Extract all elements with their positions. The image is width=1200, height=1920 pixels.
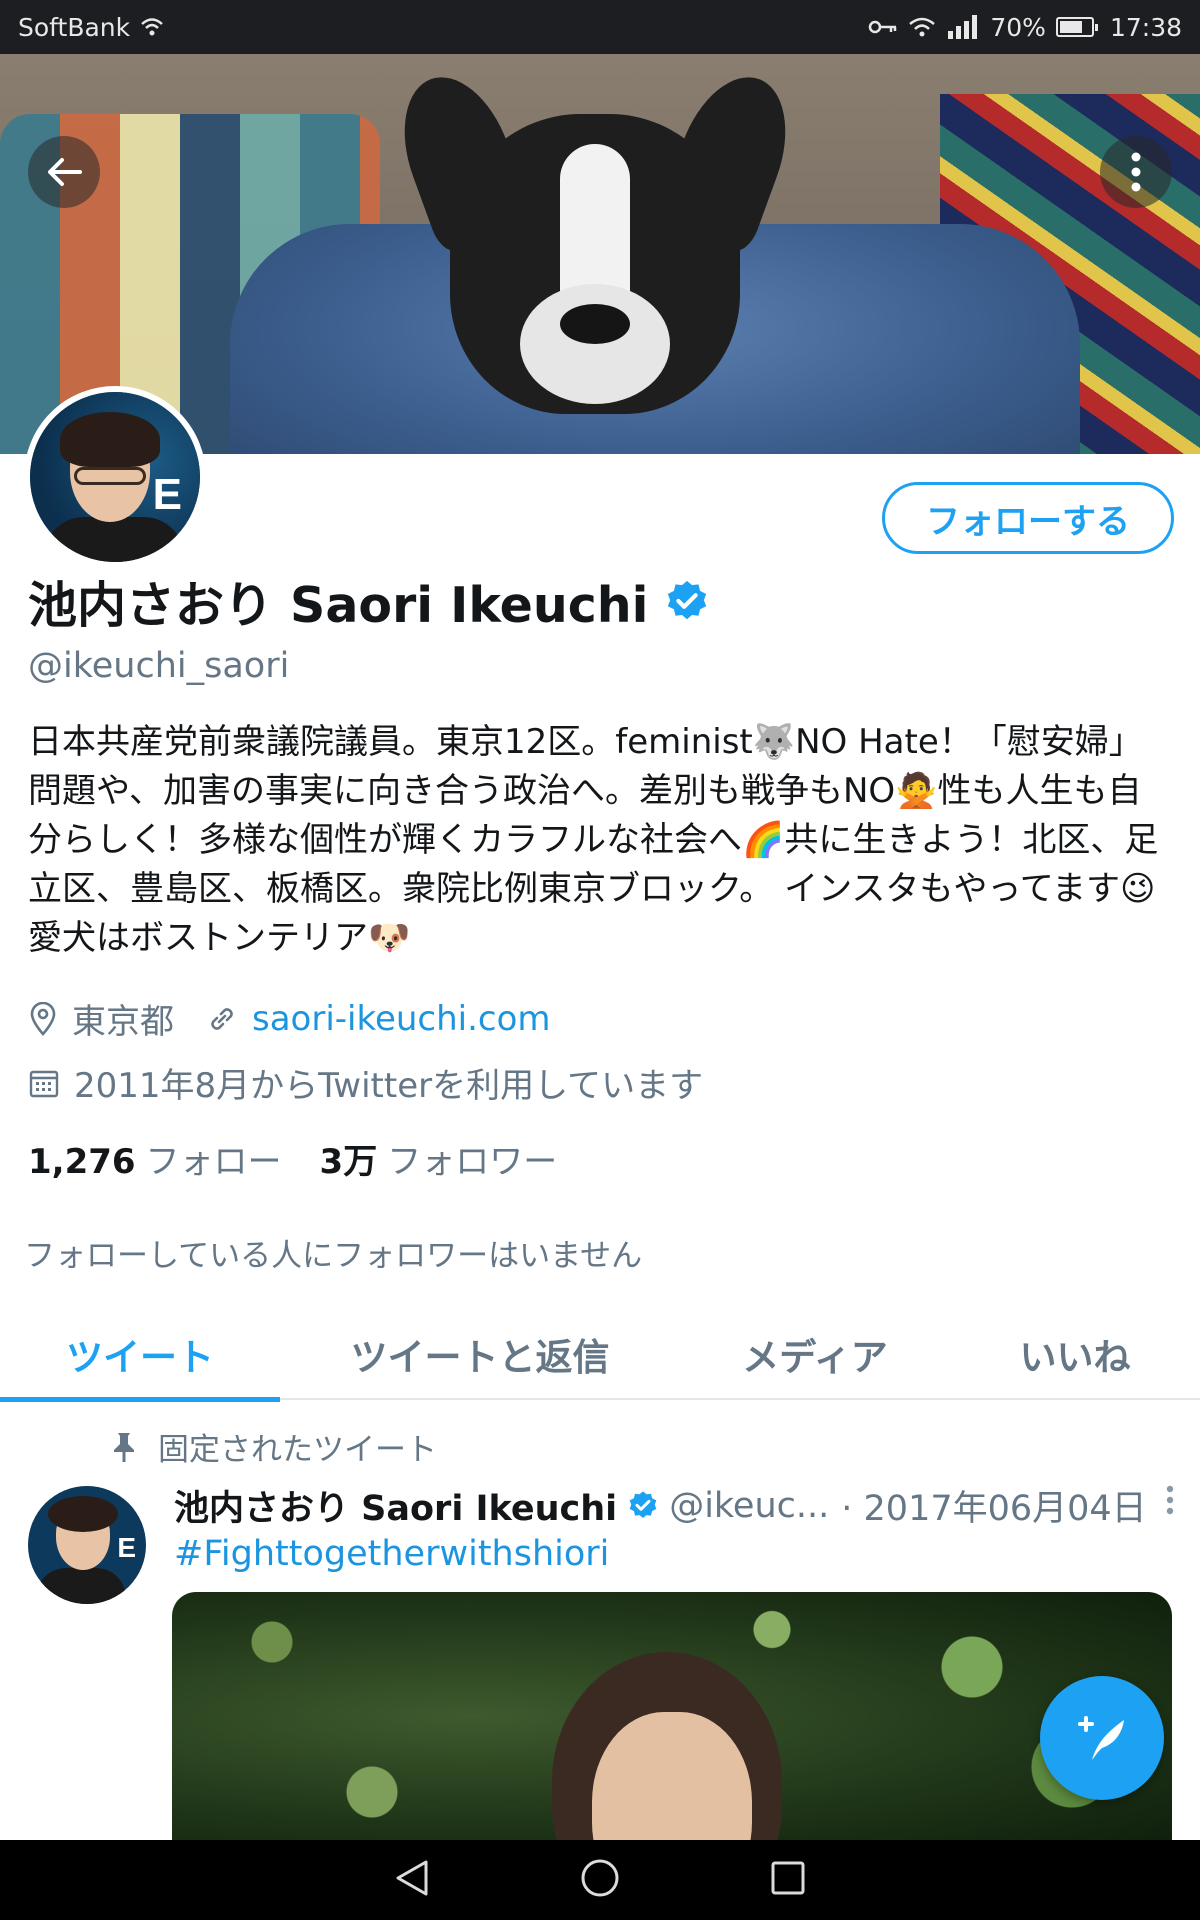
tweet-date[interactable]: · 2017年06月04日	[841, 1480, 1146, 1531]
verified-badge-icon	[629, 1490, 657, 1518]
profile-tabs: ツイート ツイートと返信 メディア いいね	[0, 1308, 1200, 1402]
follow-button[interactable]: フォローする	[882, 482, 1174, 554]
clock: 17:38	[1109, 12, 1182, 42]
profile-joined-date: 2011年8月からTwitterを利用しています	[74, 1066, 704, 1106]
carrier-name: SoftBank	[18, 12, 131, 42]
nav-recents-button[interactable]	[770, 1860, 806, 1900]
wifi-icon	[909, 17, 936, 37]
followers-stat[interactable]: 3万 フォロワー	[320, 1134, 558, 1183]
tab-tweets[interactable]: ツイート	[0, 1308, 280, 1402]
battery-icon	[1055, 17, 1098, 37]
nav-home-button[interactable]	[580, 1858, 620, 1902]
followers-count: 3万	[319, 1142, 378, 1182]
profile-meta-joined-row: 2011年8月からTwitterを利用しています	[28, 1058, 703, 1107]
compose-tweet-icon	[1078, 1716, 1124, 1760]
tab-likes[interactable]: いいね	[950, 1308, 1200, 1400]
back-button[interactable]	[28, 136, 100, 208]
signal-icon	[948, 15, 978, 39]
square-recents-icon	[771, 1861, 805, 1895]
avatar-logo-letter: E	[117, 1532, 136, 1563]
link-icon	[211, 1007, 233, 1030]
profile-name: 池内さおり Saori Ikeuchi	[28, 577, 649, 634]
tweet-media-image[interactable]	[172, 1592, 1172, 1842]
profile-handle: @ikeuchi_saori	[28, 646, 290, 686]
following-label: フォロー	[145, 1142, 282, 1182]
followers-label: フォロワー	[387, 1142, 558, 1182]
triangle-back-icon	[396, 1860, 428, 1896]
tweet-author-name[interactable]: 池内さおり Saori Ikeuchi	[174, 1480, 617, 1531]
location-pin-icon	[30, 1001, 56, 1036]
following-count: 1,276	[28, 1142, 136, 1182]
pinned-tweet-label-row: 固定されたツイート	[110, 1424, 437, 1469]
profile-avatar[interactable]: E	[24, 386, 206, 568]
tweet-author-avatar[interactable]: E	[28, 1486, 146, 1604]
profile-location: 東京都	[72, 1002, 174, 1042]
system-nav-bar	[0, 1840, 1200, 1920]
vertical-dots-icon	[1131, 152, 1141, 192]
more-options-button[interactable]	[1100, 136, 1172, 208]
key-icon	[869, 20, 897, 34]
avatar-logo-letter: E	[152, 470, 182, 519]
pinned-tweet-label: 固定されたツイート	[158, 1432, 437, 1468]
followers-you-know: フォローしている人にフォロワーはいません	[24, 1238, 643, 1274]
wifi-icon	[141, 18, 163, 36]
profile-bio: 日本共産党前衆議院議員。東京12区。feminist🐺NO Hate！「慰安婦」…	[28, 722, 1159, 958]
vertical-dots-icon	[1166, 1485, 1174, 1515]
status-bar: SoftBank 70% 17:38	[0, 0, 1200, 54]
tweet-header: 池内さおり Saori Ikeuchi @ikeuc... · 2017年06月…	[174, 1480, 1174, 1531]
tab-media[interactable]: メディア	[680, 1308, 950, 1400]
compose-tweet-button[interactable]	[1040, 1676, 1164, 1800]
tab-tweets-and-replies[interactable]: ツイートと返信	[280, 1308, 680, 1400]
profile-meta-location-row: 東京都 saori-ikeuchi.com	[28, 994, 551, 1043]
arrow-left-icon	[48, 158, 82, 186]
verified-badge-icon	[668, 580, 707, 619]
battery-percent: 70%	[990, 12, 1046, 42]
circle-home-icon	[581, 1859, 619, 1897]
calendar-icon	[29, 1070, 59, 1097]
tweet-author-handle: @ikeuc...	[669, 1485, 830, 1526]
profile-website-link[interactable]: saori-ikeuchi.com	[252, 999, 551, 1039]
pin-icon	[114, 1432, 134, 1462]
profile-name-row: 池内さおり Saori Ikeuchi	[28, 566, 710, 637]
banner-dog	[383, 62, 807, 414]
tweet-hashtag[interactable]: #Fighttogetherwithshiori	[174, 1534, 609, 1574]
profile-stats: 1,276 フォロー 3万 フォロワー	[28, 1134, 557, 1183]
nav-back-button[interactable]	[394, 1858, 430, 1902]
following-stat[interactable]: 1,276 フォロー	[28, 1134, 282, 1183]
tweet-more-button[interactable]	[1166, 1484, 1174, 1524]
